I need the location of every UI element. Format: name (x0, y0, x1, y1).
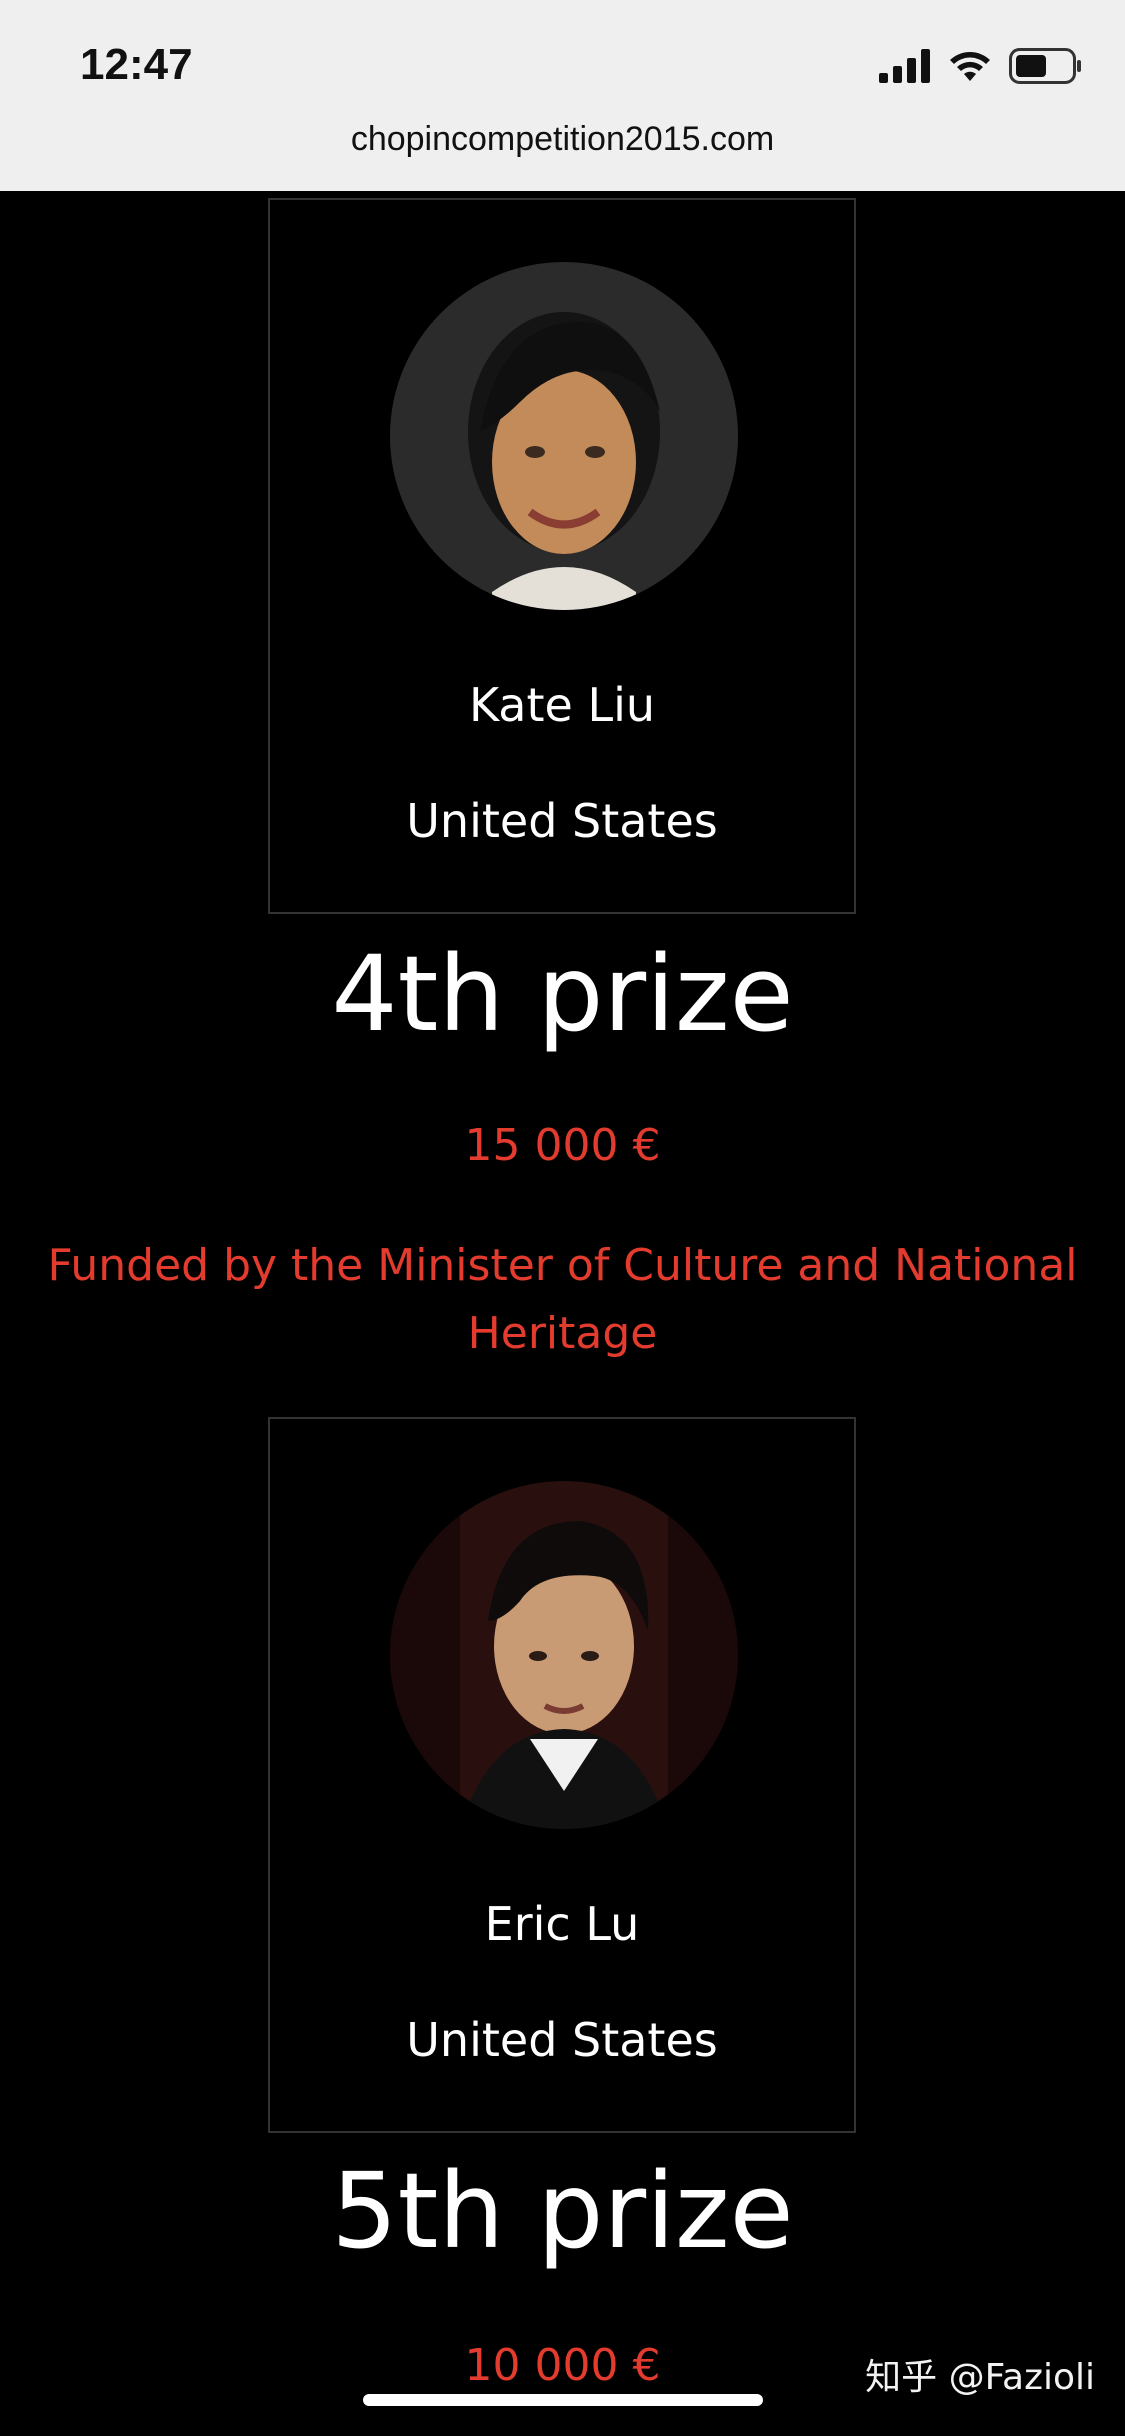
prize-amount: 15 000 € (464, 1120, 661, 1171)
battery-icon (1009, 48, 1083, 88)
laureate-card[interactable]: Eric Lu United States (268, 1417, 856, 2133)
prize-title: 4th prize (331, 933, 794, 1055)
cellular-signal-icon (879, 49, 931, 87)
laureate-country: United States (406, 794, 718, 848)
prize-funded-by: Funded by the Minister of Culture and Na… (47, 1240, 1078, 1359)
laureate-photo (390, 1481, 738, 1829)
status-time: 12:47 (80, 40, 193, 89)
wifi-icon (947, 49, 993, 87)
browser-url[interactable]: chopincompetition2015.com (0, 120, 1125, 159)
laureate-name: Kate Liu (468, 678, 656, 732)
laureate-card[interactable]: Kate Liu United States (268, 198, 856, 914)
browser-status-bar: 12:47 chopincompetition2015.com (0, 0, 1125, 191)
laureate-photo (390, 262, 738, 610)
laureate-country: United States (406, 2013, 718, 2067)
home-indicator[interactable] (363, 2394, 763, 2406)
status-icons (879, 46, 1083, 90)
prize-title: 5th prize (331, 2150, 794, 2272)
laureate-name: Eric Lu (484, 1897, 640, 1951)
watermark-text: 知乎 @Fazioli (865, 2357, 1095, 2398)
